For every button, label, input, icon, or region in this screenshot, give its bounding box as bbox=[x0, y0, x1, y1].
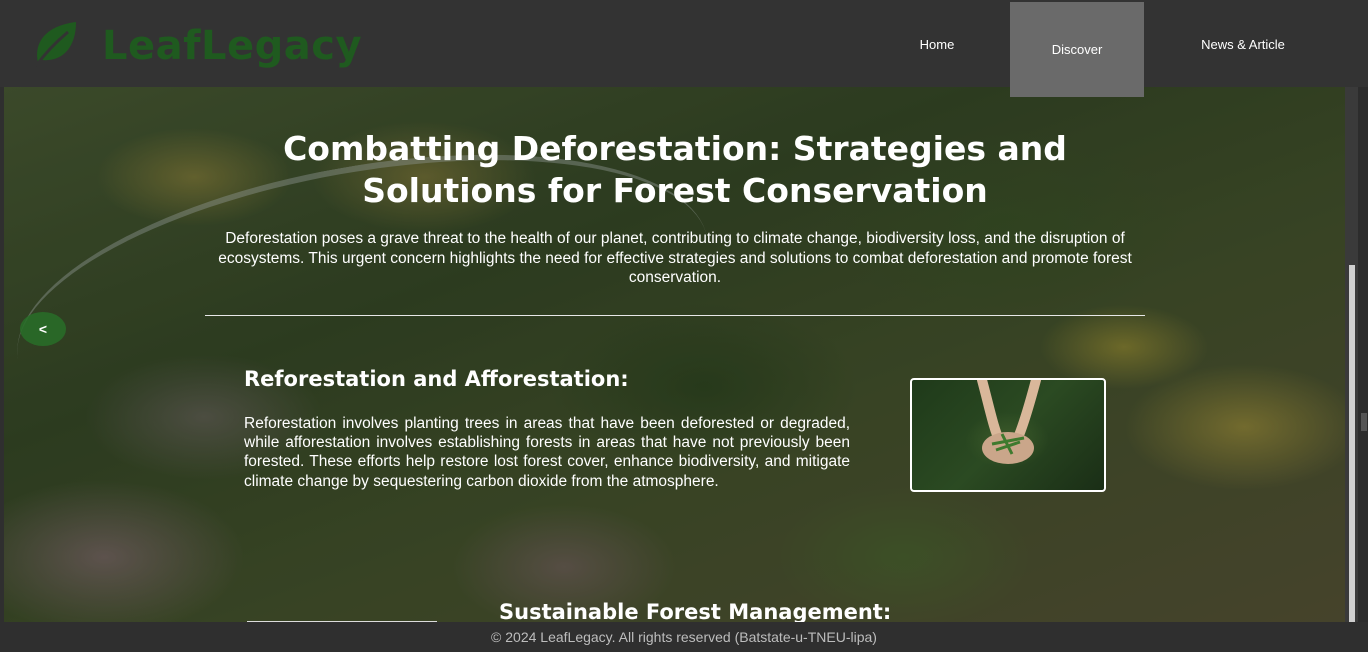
nav-discover[interactable]: Discover bbox=[1010, 2, 1144, 97]
section-divider bbox=[205, 315, 1145, 316]
prev-slide-button[interactable]: < bbox=[20, 312, 66, 346]
main-nav: Home Discover News & Article bbox=[0, 2, 1368, 97]
top-navbar: LeafLegacy Home Discover News & Article bbox=[0, 0, 1368, 97]
section-title-reforestation: Reforestation and Afforestation: bbox=[244, 367, 629, 391]
page-scrollbar-thumb[interactable] bbox=[1361, 413, 1367, 431]
scrollbar-thumb[interactable] bbox=[1349, 265, 1355, 622]
hands-seedling-image bbox=[910, 378, 1106, 492]
content-scrollbar[interactable] bbox=[1345, 87, 1358, 622]
page-title: Combatting Deforestation: Strategies and… bbox=[283, 129, 1067, 210]
nav-news-article[interactable]: News & Article bbox=[1160, 2, 1326, 87]
page-scrollbar[interactable] bbox=[1358, 87, 1368, 622]
intro-paragraph: Deforestation poses a grave threat to th… bbox=[218, 230, 1132, 286]
section-text-reforestation: Reforestation involves planting trees in… bbox=[244, 415, 850, 490]
section-title-sustainable: Sustainable Forest Management: bbox=[499, 600, 892, 624]
nav-home[interactable]: Home bbox=[880, 2, 994, 87]
footer: © 2024 LeafLegacy. All rights reserved (… bbox=[0, 622, 1368, 652]
